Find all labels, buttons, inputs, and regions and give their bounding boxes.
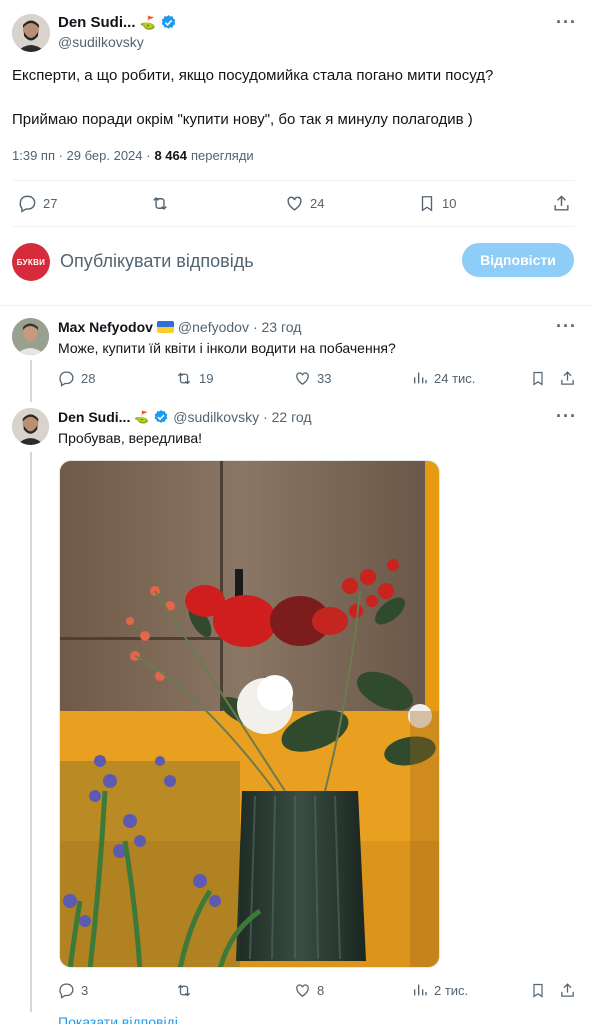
- divider: [12, 180, 575, 181]
- share-icon: [554, 195, 569, 211]
- divider: [0, 305, 593, 306]
- reply2-author-name[interactable]: Den Sudi...: [58, 409, 130, 425]
- reply1-reply-button[interactable]: 28: [58, 370, 95, 387]
- reply-submit-button[interactable]: Відповісти: [462, 243, 574, 277]
- reply1-bookmark-button[interactable]: [530, 370, 546, 387]
- share-icon: [561, 371, 574, 385]
- reply1-handle[interactable]: @nefyodov: [178, 319, 249, 335]
- reply1-share-button[interactable]: [559, 370, 576, 387]
- share-button[interactable]: [552, 194, 571, 213]
- views-count: 8 464: [154, 148, 188, 163]
- more-options-icon[interactable]: ···: [556, 316, 577, 337]
- reply2-header: Den Sudi... ⛳ @sudilkovsky · 22 год: [58, 409, 312, 425]
- heart-icon: [287, 196, 302, 211]
- like-button[interactable]: 24: [285, 194, 324, 213]
- views-label: перегляди: [191, 148, 254, 163]
- crane-icon: ⛳: [134, 410, 150, 424]
- verified-badge-icon: [161, 15, 175, 29]
- current-user-avatar[interactable]: БУКВИ: [12, 243, 50, 281]
- reply2-bookmark-button[interactable]: [530, 982, 546, 999]
- bookmark-count: 10: [442, 196, 457, 211]
- tweet-time[interactable]: 1:39 пп · 29 бер. 2024 ·: [12, 148, 150, 163]
- reply1-views-button[interactable]: 24 тис.: [412, 370, 475, 386]
- views-icon: [414, 372, 427, 384]
- reply2-time[interactable]: · 22 год: [263, 409, 311, 425]
- reply2-reply-count: 3: [81, 983, 89, 998]
- reply2-text: Пробував, вередлива!: [58, 430, 203, 446]
- reply2-views-count: 2 тис.: [434, 982, 469, 998]
- reply2-share-button[interactable]: [559, 982, 576, 999]
- bookmark-button[interactable]: 10: [418, 194, 456, 213]
- reply-input[interactable]: Опублікувати відповідь: [60, 251, 254, 272]
- reply1-repost-count: 19: [199, 371, 214, 386]
- attached-photo[interactable]: [59, 460, 440, 968]
- reply2-like-count: 8: [317, 983, 325, 998]
- author-avatar[interactable]: [12, 14, 50, 52]
- bookmark-icon: [421, 196, 433, 212]
- reply1-like-count: 33: [317, 371, 332, 386]
- reply1-text: Може, купити їй квіти і інколи водити на…: [58, 340, 396, 356]
- reply2-repost-button[interactable]: [175, 982, 199, 999]
- share-icon: [561, 983, 574, 997]
- repost-icon: [177, 984, 191, 997]
- reply-icon: [59, 983, 74, 999]
- verified-badge-icon: [154, 410, 168, 423]
- reply2-like-button[interactable]: 8: [294, 982, 324, 999]
- reply2-views-button[interactable]: 2 тис.: [412, 982, 468, 998]
- reply2-handle[interactable]: @sudilkovsky: [173, 409, 259, 425]
- reply-icon: [19, 195, 36, 213]
- reply1-reply-count: 28: [81, 371, 96, 386]
- reply1-header: Max Nefyodov @nefyodov · 23 год: [58, 319, 301, 335]
- repost-button[interactable]: [150, 194, 176, 213]
- reply1-author-name[interactable]: Max Nefyodov: [58, 319, 153, 335]
- divider: [12, 226, 575, 227]
- bookmark-icon: [533, 371, 543, 386]
- tweet-meta: 1:39 пп · 29 бер. 2024 · 8 464 перегляди: [12, 148, 254, 163]
- thread-line: [30, 452, 32, 1012]
- more-options-icon[interactable]: ···: [556, 406, 577, 427]
- repost-icon: [177, 372, 191, 385]
- author-name[interactable]: Den Sudi...: [58, 14, 136, 31]
- crane-icon: ⛳: [139, 14, 156, 30]
- flowers-photo-image: [60, 461, 439, 967]
- tweet-text-line2: Приймаю поради окрім "купити нову", бо т…: [12, 111, 473, 128]
- ukraine-flag-icon: [156, 321, 174, 333]
- author-handle[interactable]: @sudilkovsky: [58, 34, 144, 50]
- heart-icon: [296, 372, 309, 385]
- reply1-like-button[interactable]: 33: [294, 370, 331, 387]
- reply1-time[interactable]: · 23 год: [253, 319, 301, 335]
- reply2-reply-button[interactable]: 3: [58, 982, 88, 999]
- reply-author-avatar[interactable]: [12, 318, 49, 355]
- reply1-views-count: 24 тис.: [434, 370, 476, 386]
- heart-icon: [296, 984, 309, 997]
- show-replies-link[interactable]: Показати відповіді: [58, 1014, 178, 1024]
- reply1-repost-button[interactable]: 19: [175, 370, 213, 387]
- reply-icon: [59, 371, 74, 387]
- repost-icon: [153, 196, 167, 211]
- more-options-icon[interactable]: ···: [556, 12, 577, 33]
- thread-line: [30, 360, 32, 402]
- reply-button[interactable]: 27: [18, 194, 57, 213]
- brand-logo: БУКВИ: [16, 257, 46, 267]
- like-count: 24: [310, 196, 325, 211]
- bookmark-icon: [533, 983, 543, 998]
- author-name-row[interactable]: Den Sudi... ⛳: [58, 14, 177, 31]
- views-icon: [414, 984, 427, 996]
- reply2-author-avatar[interactable]: [12, 408, 49, 445]
- reply-count: 27: [43, 196, 58, 211]
- tweet-text-line1: Експерти, а що робити, якщо посудомийка …: [12, 67, 494, 84]
